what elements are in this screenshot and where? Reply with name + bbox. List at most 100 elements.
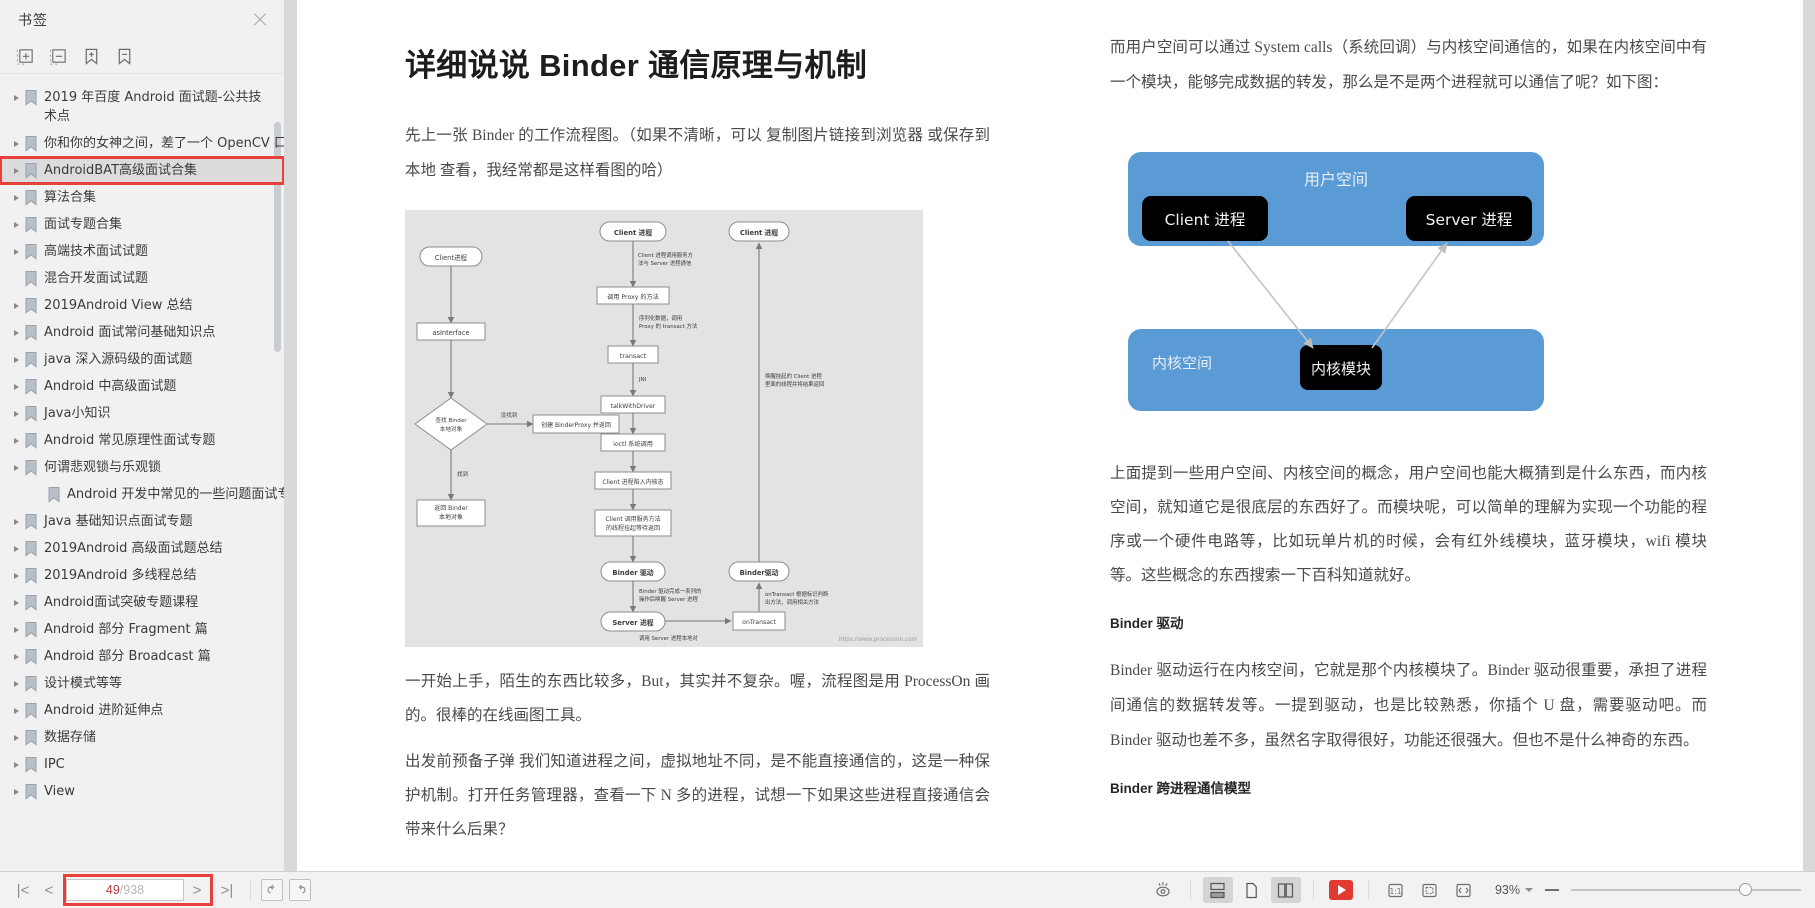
- chevron-right-icon[interactable]: [10, 352, 23, 369]
- chevron-down-icon[interactable]: [1525, 888, 1533, 892]
- bookmark-item[interactable]: Android 进阶延伸点: [0, 697, 284, 724]
- bookmark-item[interactable]: Android 部分 Broadcast 篇: [0, 643, 284, 670]
- last-page-button[interactable]: >|: [214, 877, 240, 903]
- chevron-right-icon[interactable]: [10, 325, 23, 342]
- chevron-right-icon[interactable]: [10, 460, 23, 477]
- chevron-right-icon[interactable]: [10, 190, 23, 207]
- single-page-icon[interactable]: [1237, 877, 1267, 903]
- bookmark-item[interactable]: 2019Android 多线程总结: [0, 562, 284, 589]
- bookmark-item[interactable]: 你和你的女神之间，差了一个 OpenCV 口: [0, 130, 284, 157]
- bookmark-item[interactable]: 2019 年百度 Android 面试题-公共技术点: [0, 84, 284, 130]
- chevron-right-icon[interactable]: [10, 90, 23, 107]
- chevron-right-icon[interactable]: [10, 244, 23, 261]
- page-number-input[interactable]: 49/938: [66, 879, 184, 901]
- remove-bookmark-icon[interactable]: [115, 47, 134, 66]
- binder-flowchart-figure: Client进程 asInterface 查找 Binder 本地对象 没找到: [405, 210, 923, 647]
- bookmark-item[interactable]: java 深入源码级的面试题: [0, 346, 284, 373]
- fit-page-icon[interactable]: [1415, 877, 1445, 903]
- fit-width-icon[interactable]: [1449, 877, 1479, 903]
- chevron-right-icon[interactable]: [10, 676, 23, 693]
- svg-text:调用 Server 进程本地对: 调用 Server 进程本地对: [639, 634, 698, 642]
- svg-text:操作后唤醒 Server 进程: 操作后唤醒 Server 进程: [639, 595, 698, 603]
- bookmark-item[interactable]: 高端技术面试试题: [0, 238, 284, 265]
- forward-icon[interactable]: [289, 879, 311, 901]
- chevron-right-icon[interactable]: [10, 379, 23, 396]
- prev-page-button[interactable]: <: [36, 877, 62, 903]
- chevron-right-icon[interactable]: [10, 514, 23, 531]
- svg-text:查找 Binder: 查找 Binder: [435, 416, 467, 424]
- bookmark-item[interactable]: IPC: [0, 751, 284, 778]
- first-page-button[interactable]: |<: [10, 877, 36, 903]
- bookmark-item[interactable]: 设计模式等等: [0, 670, 284, 697]
- next-page-button[interactable]: >: [184, 877, 210, 903]
- bookmark-item[interactable]: AndroidBAT高级面试合集: [0, 157, 284, 184]
- kernel-module-label: 内核模块: [1311, 360, 1371, 378]
- chevron-right-icon[interactable]: [10, 568, 23, 585]
- bookmark-item[interactable]: Java 基础知识点面试专题: [0, 508, 284, 535]
- svg-text:Binder 驱动完成一系列的: Binder 驱动完成一系列的: [639, 587, 701, 595]
- bookmark-item[interactable]: 算法合集: [0, 184, 284, 211]
- bookmark-icon: [23, 783, 39, 801]
- zoom-level-label[interactable]: 93%: [1495, 883, 1520, 897]
- svg-text:Client 进程陷入内核态: Client 进程陷入内核态: [602, 478, 663, 486]
- bookmark-item[interactable]: Android 面试常问基础知识点: [0, 319, 284, 346]
- svg-text:Client 进程调用服务方: Client 进程调用服务方: [638, 251, 694, 259]
- bookmark-item[interactable]: Java小知识: [0, 400, 284, 427]
- heading-binder-driver: Binder 驱动: [1110, 611, 1707, 637]
- bookmark-item[interactable]: 2019Android 高级面试题总结: [0, 535, 284, 562]
- continuous-scroll-icon[interactable]: [1203, 877, 1233, 903]
- bookmark-item[interactable]: Android 常见原理性面试专题: [0, 427, 284, 454]
- bookmark-icon: [23, 243, 39, 261]
- bookmark-item[interactable]: 何谓悲观锁与乐观锁: [0, 454, 284, 481]
- bookmark-item[interactable]: Android面试突破专题课程: [0, 589, 284, 616]
- zoom-slider[interactable]: [1571, 889, 1801, 891]
- bookmark-label: java 深入源码级的面试题: [39, 350, 192, 369]
- bookmark-item[interactable]: Android 中高级面试题: [0, 373, 284, 400]
- chevron-right-icon[interactable]: [10, 757, 23, 774]
- close-icon[interactable]: [250, 10, 270, 30]
- bookmark-list[interactable]: 2019 年百度 Android 面试题-公共技术点你和你的女神之间，差了一个 …: [0, 74, 284, 871]
- actual-size-icon[interactable]: 1:1: [1381, 877, 1411, 903]
- bookmark-item[interactable]: Android 开发中常见的一些问题面试专题: [0, 481, 284, 508]
- collapse-all-icon[interactable]: [49, 47, 68, 66]
- chevron-right-icon[interactable]: [10, 622, 23, 639]
- paragraph-prep: 出发前预备子弹 我们知道进程之间，虚拟地址不同，是不能直接通信的，这是一种保护机…: [405, 745, 990, 847]
- chevron-right-icon[interactable]: [10, 136, 23, 153]
- bookmark-icon: [23, 297, 39, 315]
- chevron-right-icon[interactable]: [10, 406, 23, 423]
- page-number-box[interactable]: 49/938 >: [66, 877, 210, 903]
- chevron-right-icon[interactable]: [10, 730, 23, 747]
- bookmark-label: Android 面试常问基础知识点: [39, 323, 215, 342]
- chevron-right-icon[interactable]: [10, 433, 23, 450]
- presentation-play-icon[interactable]: [1326, 877, 1356, 903]
- chevron-right-icon[interactable]: [10, 784, 23, 801]
- bookmark-item[interactable]: 混合开发面试试题: [0, 265, 284, 292]
- page-navigation-group: |< < 49/938 > >|: [0, 877, 311, 903]
- zoom-slider-knob[interactable]: [1739, 883, 1752, 896]
- add-bookmark-icon[interactable]: [82, 47, 101, 66]
- bookmark-label: Java小知识: [39, 404, 110, 423]
- chevron-right-icon[interactable]: [10, 271, 23, 288]
- chevron-right-icon[interactable]: [10, 703, 23, 720]
- reading-eye-icon[interactable]: [1148, 877, 1178, 903]
- two-page-icon[interactable]: [1271, 877, 1301, 903]
- chevron-right-icon[interactable]: [10, 298, 23, 315]
- zoom-out-button[interactable]: [1545, 889, 1559, 891]
- document-viewer[interactable]: 详细说说 Binder 通信原理与机制 先上一张 Binder 的工作流程图。（…: [285, 0, 1815, 871]
- paragraph-binder-driver: Binder 驱动运行在内核空间，它就是那个内核模块了。Binder 驱动很重要…: [1110, 653, 1707, 758]
- bookmark-item[interactable]: 面试专题合集: [0, 211, 284, 238]
- bookmark-item[interactable]: View: [0, 778, 284, 805]
- bookmark-item[interactable]: 2019Android View 总结: [0, 292, 284, 319]
- chevron-right-icon[interactable]: [33, 487, 46, 504]
- chevron-right-icon[interactable]: [10, 595, 23, 612]
- bookmark-item[interactable]: 数据存储: [0, 724, 284, 751]
- bookmark-label: 2019Android View 总结: [39, 296, 192, 315]
- chevron-right-icon[interactable]: [10, 217, 23, 234]
- paragraph-intro: 先上一张 Binder 的工作流程图。（如果不清晰，可以 复制图片链接到浏览器 …: [405, 118, 990, 188]
- chevron-right-icon[interactable]: [10, 541, 23, 558]
- back-icon[interactable]: [261, 879, 283, 901]
- chevron-right-icon[interactable]: [10, 163, 23, 180]
- expand-all-icon[interactable]: [16, 47, 35, 66]
- bookmark-item[interactable]: Android 部分 Fragment 篇: [0, 616, 284, 643]
- chevron-right-icon[interactable]: [10, 649, 23, 666]
